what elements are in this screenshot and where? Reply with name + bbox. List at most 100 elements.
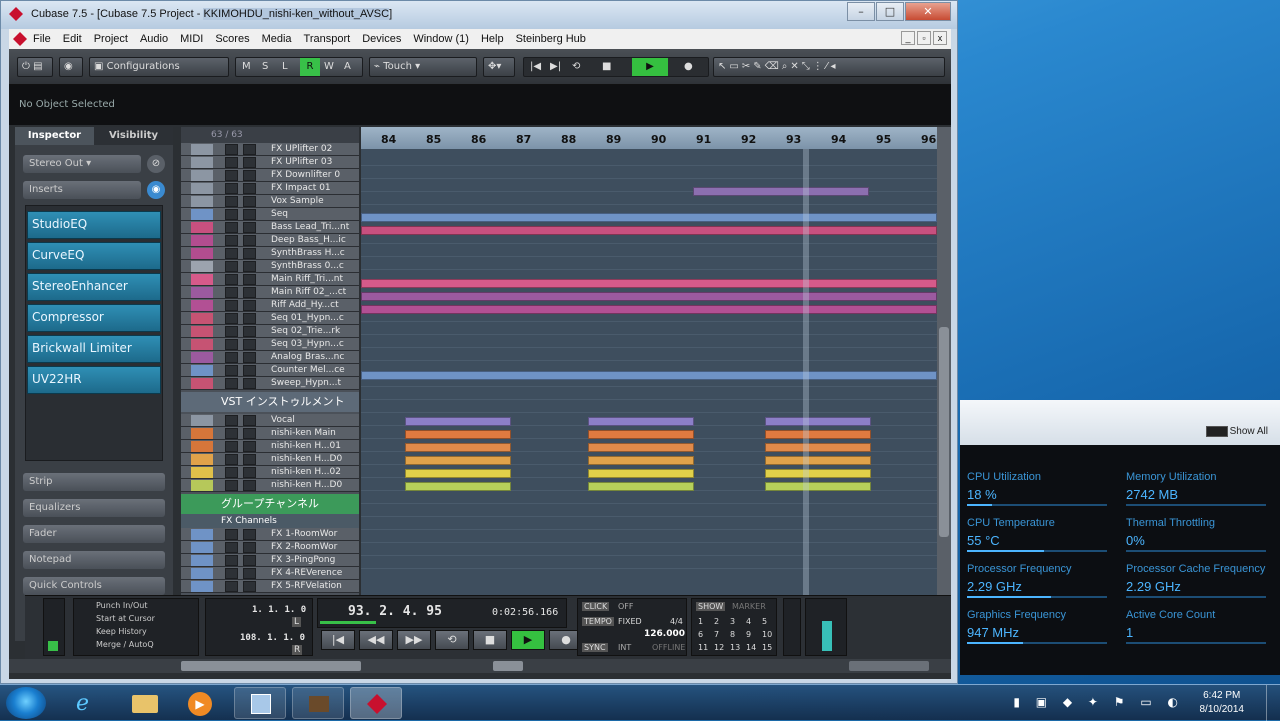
solo-button[interactable] — [243, 248, 256, 259]
window-layout-button[interactable]: ◉ — [59, 57, 83, 77]
tempo-button[interactable]: TEMPO — [582, 617, 614, 626]
solo-button[interactable] — [243, 581, 256, 592]
mute-button[interactable] — [225, 568, 238, 579]
event-part[interactable] — [588, 443, 694, 452]
punch-in-out-option[interactable]: Punch In/Out — [96, 599, 198, 612]
mute-button[interactable] — [225, 287, 238, 298]
play-tool-icon[interactable]: ◂ — [830, 61, 838, 72]
event-part[interactable] — [765, 417, 871, 426]
automation-all-button[interactable]: A — [344, 58, 351, 76]
range-tool-icon[interactable]: ▭ — [729, 61, 741, 72]
goto-start-button[interactable]: |◀ — [321, 630, 355, 650]
menu-transport[interactable]: Transport — [304, 33, 351, 45]
menu-devices[interactable]: Devices — [362, 33, 401, 45]
marker-button[interactable]: 6 — [698, 630, 703, 639]
menu-help[interactable]: Help — [481, 33, 504, 45]
horizontal-scroll-thumb[interactable] — [493, 661, 523, 671]
sync-button[interactable]: SYNC — [582, 643, 608, 652]
marker-button[interactable]: 10 — [762, 630, 772, 639]
solo-button[interactable] — [243, 365, 256, 376]
left-locator[interactable]: 1. 1. 1. 0 — [252, 605, 306, 615]
constrain-delay-button[interactable]: ⏻ ▤ — [17, 57, 53, 77]
mute-button[interactable] — [225, 274, 238, 285]
marker-button[interactable]: 8 — [730, 630, 735, 639]
solo-button[interactable] — [243, 274, 256, 285]
event-part[interactable] — [765, 443, 871, 452]
track-row[interactable]: Main Riff_Tri...nt — [181, 273, 359, 286]
zoom-slider[interactable] — [181, 661, 361, 671]
menu-media[interactable]: Media — [262, 33, 292, 45]
track-row[interactable]: FX 1-RoomWor — [181, 528, 359, 541]
solo-button[interactable] — [243, 287, 256, 298]
goto-start-icon[interactable]: |◀ — [530, 58, 541, 76]
track-row[interactable]: FX 2-RoomWor — [181, 541, 359, 554]
solo-button[interactable] — [243, 542, 256, 553]
show-desktop-button[interactable] — [1266, 685, 1280, 721]
file-explorer-icon[interactable] — [118, 687, 170, 719]
mute-button[interactable] — [225, 313, 238, 324]
event-display[interactable]: 84 85 86 87 88 89 90 91 92 93 94 95 96 — [361, 127, 937, 595]
mute-button[interactable] — [225, 529, 238, 540]
mute-button[interactable] — [225, 248, 238, 259]
rewind-button[interactable]: ◀◀ — [359, 630, 393, 650]
cubase-menu-icon[interactable] — [13, 32, 27, 46]
event-part[interactable] — [405, 469, 511, 478]
doc-restore-button[interactable]: ▫ — [917, 31, 931, 45]
mute-button[interactable] — [225, 365, 238, 376]
cycle-button[interactable]: ⟲ — [435, 630, 469, 650]
media-player-icon[interactable]: ▶ — [174, 687, 226, 719]
insert-slot-4[interactable]: Compressor — [27, 304, 161, 332]
marker-button[interactable]: 11 — [698, 643, 708, 652]
mute-mode-button[interactable]: M — [242, 58, 251, 76]
start-button[interactable] — [6, 687, 46, 719]
folder-group-channels[interactable]: グループチャンネル — [181, 494, 359, 514]
track-row[interactable]: nishi-ken Main — [181, 427, 359, 440]
listen-mode-button[interactable]: L — [282, 58, 288, 76]
track-row[interactable]: FX UPlifter 03 — [181, 156, 359, 169]
event-part[interactable] — [405, 417, 511, 426]
event-part[interactable] — [361, 292, 937, 301]
section-strip[interactable]: Strip — [23, 473, 165, 491]
track-row[interactable]: Analog Bras...nc — [181, 351, 359, 364]
event-part[interactable] — [361, 279, 937, 288]
marker-button[interactable]: 7 — [714, 630, 719, 639]
folder-fx-channels[interactable]: FX Channels — [181, 514, 359, 528]
event-part[interactable] — [765, 430, 871, 439]
solo-button[interactable] — [243, 441, 256, 452]
menu-window[interactable]: Window (1) — [413, 33, 469, 45]
mute-button[interactable] — [225, 196, 238, 207]
mute-button[interactable] — [225, 428, 238, 439]
mute-button[interactable] — [225, 300, 238, 311]
event-part[interactable] — [361, 305, 937, 314]
menu-midi[interactable]: MIDI — [180, 33, 203, 45]
track-row[interactable]: Deep Bass_H...ic — [181, 234, 359, 247]
track-row[interactable]: nishi-ken H...02 — [181, 466, 359, 479]
marker-button[interactable]: 1 — [698, 617, 703, 626]
tempo-value[interactable]: 126.000 — [644, 629, 685, 639]
event-part[interactable] — [588, 482, 694, 491]
solo-button[interactable] — [243, 339, 256, 350]
event-part[interactable] — [588, 469, 694, 478]
marker-button[interactable]: 2 — [714, 617, 719, 626]
taskbar-app-1[interactable] — [234, 687, 286, 719]
section-quick-controls[interactable]: Quick Controls — [23, 577, 165, 595]
insert-slot-1[interactable]: StudioEQ — [27, 211, 161, 239]
event-part[interactable] — [405, 456, 511, 465]
marker-button[interactable]: 15 — [762, 643, 772, 652]
inserts-visibility-icon[interactable]: ◉ — [147, 181, 165, 199]
ruler[interactable]: 84 85 86 87 88 89 90 91 92 93 94 95 96 — [361, 127, 937, 149]
solo-button[interactable] — [243, 300, 256, 311]
marker-button[interactable]: 3 — [730, 617, 735, 626]
show-marker-button[interactable]: SHOW — [696, 602, 726, 611]
event-part[interactable] — [765, 469, 871, 478]
track-row[interactable]: Counter Mel...ce — [181, 364, 359, 377]
solo-button[interactable] — [243, 428, 256, 439]
solo-button[interactable] — [243, 352, 256, 363]
write-automation-button[interactable]: W — [324, 58, 334, 76]
mute-button[interactable] — [225, 467, 238, 478]
doc-minimize-button[interactable]: _ — [901, 31, 915, 45]
mute-button[interactable] — [225, 261, 238, 272]
event-part[interactable] — [693, 187, 869, 196]
mute-button[interactable] — [225, 542, 238, 553]
bypass-icon[interactable]: ⊘ — [147, 155, 165, 173]
